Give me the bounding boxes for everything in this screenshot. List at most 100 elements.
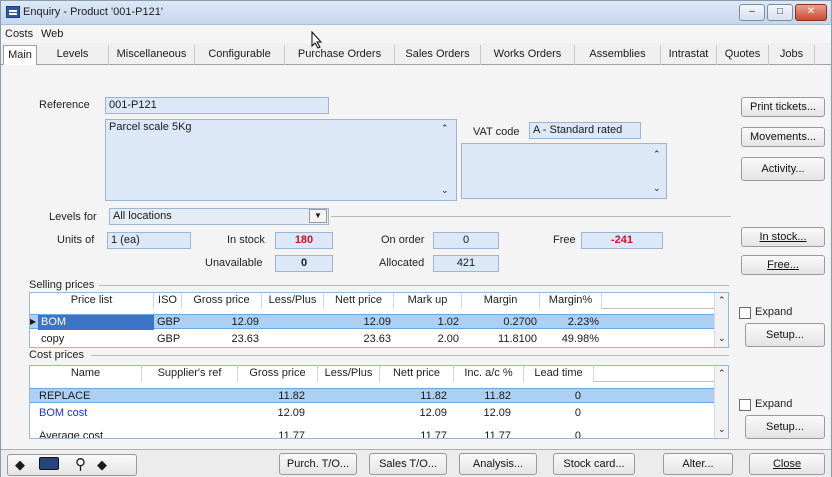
selling-scrollbar[interactable]: ⌃ ⌄: [714, 293, 728, 347]
scroll-up-icon[interactable]: ⌃: [441, 123, 449, 134]
close-button[interactable]: Close: [749, 453, 825, 475]
tab-main[interactable]: Main: [3, 45, 37, 66]
table-row[interactable]: REPLACE 11.82 11.82 11.82 0: [30, 388, 714, 403]
next-record-icon[interactable]: ◆: [97, 457, 107, 473]
selling-expand-checkbox[interactable]: [739, 307, 751, 319]
table-row[interactable]: copy GBP 23.63 23.63 2.00 11.8100 49.98%: [30, 332, 714, 347]
cell: [318, 429, 380, 438]
col-less-plus: Less/Plus: [262, 293, 324, 309]
scroll-down-icon[interactable]: ⌄: [718, 424, 726, 435]
divider: [91, 355, 729, 356]
vat-code-field[interactable]: A - Standard rated: [529, 122, 641, 139]
scroll-down-icon[interactable]: ⌄: [653, 183, 661, 194]
in-stock-label: In stock: [227, 234, 265, 246]
tab-jobs[interactable]: Jobs: [769, 45, 815, 65]
close-window-button[interactable]: ✕: [795, 4, 827, 21]
minimize-button[interactable]: –: [739, 4, 765, 21]
sales-to-button[interactable]: Sales T/O...: [369, 453, 447, 475]
on-order-value: 0: [433, 232, 499, 249]
cell: 0: [574, 430, 581, 438]
tab-configurable[interactable]: Configurable: [195, 45, 285, 65]
unavailable-value: 0: [275, 255, 333, 272]
cell: 11.77: [278, 430, 305, 438]
selling-prices-title: Selling prices: [29, 279, 95, 291]
maximize-button[interactable]: □: [767, 4, 793, 21]
purch-to-button[interactable]: Purch. T/O...: [279, 453, 357, 475]
scroll-down-icon[interactable]: ⌄: [718, 333, 726, 344]
levels-for-select[interactable]: All locations: [109, 208, 329, 225]
cell: GBP: [157, 333, 181, 345]
cost-header: Name Supplier's ref Gross price Less/Plu…: [30, 366, 714, 382]
previous-record-icon[interactable]: ◆: [15, 457, 25, 473]
on-order-label: On order: [381, 234, 425, 246]
table-row[interactable]: BOM cost 12.09 12.09 12.09 0: [30, 406, 714, 421]
cost-scrollbar[interactable]: ⌃ ⌄: [714, 366, 728, 438]
cell: 23.63: [363, 333, 391, 345]
unavailable-label: Unavailable: [205, 257, 263, 269]
reference-field[interactable]: 001-P121: [105, 97, 329, 114]
cell: [142, 389, 238, 404]
col-lead-time: Lead time: [524, 366, 594, 382]
bottom-toolbar: ◆ ⚲ ◆ Purch. T/O... Sales T/O... Analysi…: [1, 449, 831, 477]
record-card-icon[interactable]: [39, 457, 59, 470]
cell: 23.63: [231, 333, 259, 345]
scroll-down-icon[interactable]: ⌄: [441, 185, 449, 196]
chevron-down-icon[interactable]: ▼: [309, 209, 327, 223]
mouse-cursor-icon: [311, 30, 323, 49]
selling-setup-button[interactable]: Setup...: [745, 323, 825, 347]
tab-strip: Main Levels Miscellaneous Configurable P…: [1, 45, 831, 66]
scroll-up-icon[interactable]: ⌃: [653, 149, 661, 160]
free-button[interactable]: Free...: [741, 255, 825, 275]
tab-miscellaneous[interactable]: Miscellaneous: [109, 45, 195, 65]
units-of-field[interactable]: 1 (ea): [107, 232, 191, 249]
cell: 0: [574, 407, 581, 419]
activity-button[interactable]: Activity...: [741, 157, 825, 181]
alter-button[interactable]: Alter...: [663, 453, 733, 475]
cost-prices-title: Cost prices: [29, 349, 85, 361]
tab-intrastat[interactable]: Intrastat: [661, 45, 717, 65]
cell: 11.82: [420, 390, 447, 402]
binoculars-icon[interactable]: ⚲: [75, 455, 86, 473]
movements-button[interactable]: Movements...: [741, 127, 825, 147]
tab-purchase-orders[interactable]: Purchase Orders: [285, 45, 395, 65]
vat-notes-field[interactable]: [461, 143, 667, 199]
col-less-plus: Less/Plus: [318, 366, 380, 382]
reference-label: Reference: [39, 99, 90, 111]
col-price-list: Price list: [30, 293, 154, 309]
cell: 0: [574, 390, 581, 402]
tab-assemblies[interactable]: Assemblies: [575, 45, 661, 65]
cell: 11.77: [484, 430, 511, 438]
selling-expand-label: Expand: [755, 306, 793, 318]
analysis-button[interactable]: Analysis...: [459, 453, 537, 475]
description-field[interactable]: Parcel scale 5Kg: [105, 119, 457, 201]
col-mark-up: Mark up: [394, 293, 462, 309]
divider: [331, 216, 731, 217]
cost-setup-button[interactable]: Setup...: [745, 415, 825, 439]
menu-web[interactable]: Web: [41, 28, 63, 40]
cell: [318, 406, 380, 421]
cell: 2.23%: [567, 316, 599, 328]
col-name: Name: [30, 366, 142, 382]
nav-toolbar-group: [7, 454, 137, 476]
divider: [99, 285, 729, 286]
in-stock-value: 180: [275, 232, 333, 249]
menu-costs[interactable]: Costs: [5, 28, 33, 40]
table-row[interactable]: Average cost 11.77 11.77 11.77 0: [30, 424, 714, 438]
enquiry-window: Enquiry - Product '001-P121' – □ ✕ Costs…: [0, 0, 832, 477]
scroll-up-icon[interactable]: ⌃: [718, 368, 726, 379]
scroll-up-icon[interactable]: ⌃: [718, 295, 726, 306]
tab-levels[interactable]: Levels: [37, 45, 109, 65]
tab-quotes[interactable]: Quotes: [717, 45, 769, 65]
tab-sales-orders[interactable]: Sales Orders: [395, 45, 481, 65]
cost-expand-checkbox[interactable]: [739, 399, 751, 411]
free-value: -241: [581, 232, 663, 249]
table-row[interactable]: ▶ BOM GBP 12.09 12.09 1.02 0.2700 2.23%: [30, 314, 714, 330]
levels-for-value: All locations: [113, 210, 172, 222]
col-margin: Margin: [462, 293, 540, 309]
col-nett-price: Nett price: [324, 293, 394, 309]
in-stock-button[interactable]: In stock...: [741, 227, 825, 247]
stock-card-button[interactable]: Stock card...: [553, 453, 635, 475]
print-tickets-button[interactable]: Print tickets...: [741, 97, 825, 117]
col-suppliers-ref: Supplier's ref: [142, 366, 238, 382]
tab-works-orders[interactable]: Works Orders: [481, 45, 575, 65]
